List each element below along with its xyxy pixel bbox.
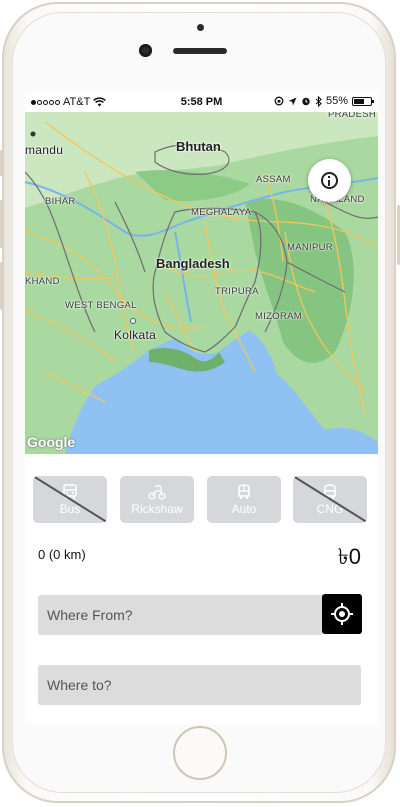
- crosshair-icon: [331, 603, 353, 625]
- mute-switch: [0, 150, 3, 176]
- map-label-kolkata: Kolkata: [114, 328, 157, 342]
- earpiece-speaker: [173, 48, 227, 54]
- map-view[interactable]: PRADESH mandu Bhutan ASSAM NAGALAND BIHA…: [25, 112, 378, 454]
- vehicle-button-auto[interactable]: Auto: [207, 476, 281, 523]
- orientation-lock-icon: [274, 96, 284, 106]
- trip-distance: 0 (0 km): [38, 547, 86, 562]
- map-label-bangladesh: Bangladesh: [156, 256, 230, 271]
- proximity-sensor: [197, 24, 204, 31]
- battery-icon: [352, 96, 374, 106]
- alarm-icon: [302, 97, 310, 106]
- app-screen: AT&T 5:58 PM 55% PRADESH mandu Bhutan AS…: [25, 92, 378, 724]
- map-label-assam: ASSAM: [256, 174, 291, 185]
- vehicle-label-auto: Auto: [231, 501, 257, 516]
- vehicle-button-bus[interactable]: Bus: [33, 476, 107, 523]
- bluetooth-icon: [315, 95, 322, 107]
- map-label-bhutan: Bhutan: [176, 139, 221, 154]
- info-button[interactable]: [308, 159, 351, 202]
- where-to-input[interactable]: Where to?: [38, 665, 361, 705]
- map-label-tripura: TRIPURA: [215, 286, 259, 297]
- map-label-khand: KHAND: [25, 276, 60, 287]
- vehicle-label-rickshaw: Rickshaw: [131, 501, 183, 516]
- battery-percent: 55%: [325, 95, 348, 107]
- vehicle-button-cng[interactable]: CNG: [293, 476, 367, 523]
- home-button[interactable]: [173, 726, 227, 780]
- map-label-west-bengal: WEST BENGAL: [65, 300, 137, 311]
- rickshaw-icon: [148, 484, 166, 500]
- auto-icon: [238, 483, 250, 499]
- google-attribution-logo: Google: [27, 434, 76, 450]
- map-label-pradesh: PRADESH: [328, 112, 377, 120]
- vehicle-button-rickshaw[interactable]: Rickshaw: [120, 476, 194, 523]
- trip-fare: ৳0: [337, 544, 361, 569]
- status-bar: AT&T 5:58 PM 55%: [25, 92, 378, 112]
- where-from-input[interactable]: Where From?: [38, 595, 323, 635]
- location-arrow-icon: [288, 97, 297, 105]
- status-right: 55%: [274, 95, 374, 107]
- map-label-meghalaya: MEGHALAYA: [191, 207, 252, 218]
- map-label-mandu: mandu: [25, 143, 64, 157]
- map-label-mizoram: MIZORAM: [255, 311, 302, 322]
- volume-up-button: [0, 200, 3, 248]
- front-camera: [139, 44, 152, 57]
- info-icon: [321, 172, 338, 189]
- vehicle-selector: Bus Rickshaw Auto CNG: [33, 476, 367, 524]
- map-label-bihar: BIHAR: [45, 196, 76, 207]
- volume-down-button: [0, 262, 3, 310]
- map-label-manipur: MANIPUR: [287, 242, 333, 253]
- current-location-button[interactable]: [322, 594, 362, 634]
